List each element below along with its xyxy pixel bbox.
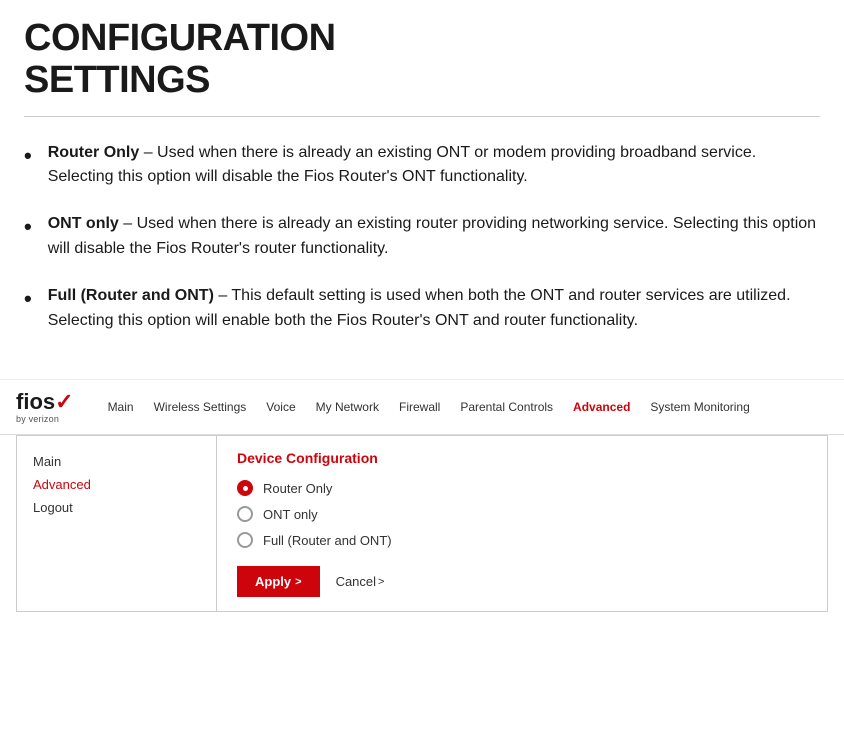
- nav-system-monitoring[interactable]: System Monitoring: [640, 400, 759, 414]
- cancel-button[interactable]: Cancel >: [336, 574, 385, 589]
- fios-logo: fios✓ by verizon: [16, 391, 74, 424]
- nav-firewall[interactable]: Firewall: [389, 400, 450, 414]
- action-buttons: Apply > Cancel >: [237, 566, 807, 597]
- radio-ont-only[interactable]: ONT only: [237, 506, 807, 522]
- bullet-list: • Router Only – Used when there is alrea…: [24, 141, 820, 334]
- bullet-dot: •: [24, 282, 32, 316]
- bullet-text-3: Full (Router and ONT) – This default set…: [48, 284, 820, 334]
- radio-circle-full: [237, 532, 253, 548]
- logo-text: fios✓: [16, 391, 74, 413]
- sidebar-item-advanced[interactable]: Advanced: [33, 473, 200, 496]
- section-title: Device Configuration: [237, 450, 807, 466]
- panel-sidebar: Main Advanced Logout: [17, 436, 217, 611]
- radio-label-full: Full (Router and ONT): [263, 533, 392, 548]
- sidebar-item-main[interactable]: Main: [33, 450, 200, 473]
- radio-label-ont-only: ONT only: [263, 507, 318, 522]
- nav-wireless-settings[interactable]: Wireless Settings: [144, 400, 257, 414]
- radio-router-only[interactable]: Router Only: [237, 480, 807, 496]
- radio-full[interactable]: Full (Router and ONT): [237, 532, 807, 548]
- nav-my-network[interactable]: My Network: [306, 400, 389, 414]
- logo-sub: by verizon: [16, 414, 74, 424]
- radio-group: Router Only ONT only Full (Router and ON…: [237, 480, 807, 548]
- radio-label-router-only: Router Only: [263, 481, 332, 496]
- radio-circle-router-only: [237, 480, 253, 496]
- panel-area: Main Advanced Logout Device Configuratio…: [16, 435, 828, 612]
- bullet-dot: •: [24, 210, 32, 244]
- page-header: CONFIGURATION SETTINGS: [0, 0, 844, 116]
- list-item: • Router Only – Used when there is alrea…: [24, 141, 820, 191]
- nav-voice[interactable]: Voice: [256, 400, 305, 414]
- panel-main: Device Configuration Router Only ONT onl…: [217, 436, 827, 611]
- bullet-text-2: ONT only – Used when there is already an…: [48, 212, 820, 262]
- apply-button[interactable]: Apply >: [237, 566, 320, 597]
- bullet-dot: •: [24, 139, 32, 173]
- nav-parental-controls[interactable]: Parental Controls: [450, 400, 563, 414]
- nav-main[interactable]: Main: [98, 400, 144, 414]
- cancel-chevron-icon: >: [378, 576, 384, 588]
- radio-circle-ont-only: [237, 506, 253, 522]
- nav-advanced[interactable]: Advanced: [563, 400, 640, 414]
- apply-chevron-icon: >: [295, 576, 301, 588]
- nav-links: Main Wireless Settings Voice My Network …: [98, 400, 828, 414]
- page-title: CONFIGURATION SETTINGS: [24, 18, 820, 102]
- bullet-text-1: Router Only – Used when there is already…: [48, 141, 820, 191]
- navbar: fios✓ by verizon Main Wireless Settings …: [0, 379, 844, 435]
- sidebar-item-logout[interactable]: Logout: [33, 496, 200, 519]
- content-area: • Router Only – Used when there is alrea…: [0, 117, 844, 372]
- logo-checkmark: ✓: [55, 389, 73, 414]
- list-item: • ONT only – Used when there is already …: [24, 212, 820, 262]
- list-item: • Full (Router and ONT) – This default s…: [24, 284, 820, 334]
